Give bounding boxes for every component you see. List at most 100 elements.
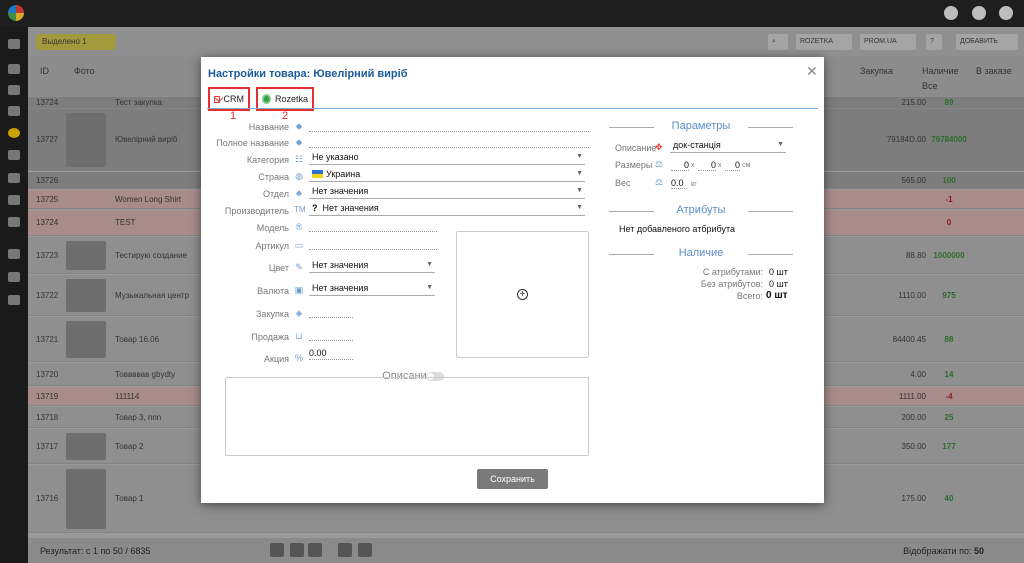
col-id[interactable]: ID bbox=[40, 66, 49, 76]
row-stock: 88 bbox=[944, 335, 954, 344]
row-id: 13724 bbox=[36, 218, 59, 227]
row-name[interactable]: Тест закупка bbox=[115, 98, 162, 107]
user-icon[interactable] bbox=[944, 6, 958, 20]
help-icon[interactable]: ? bbox=[926, 34, 942, 50]
color-select[interactable]: Нет значения ▼ bbox=[309, 260, 435, 273]
purchase-input[interactable] bbox=[309, 306, 353, 318]
ruler-icon: ⚖ bbox=[655, 159, 664, 169]
country-value: Украина bbox=[326, 169, 361, 179]
row-stock: 25 bbox=[944, 413, 954, 422]
currency-value: Нет значения bbox=[312, 283, 369, 293]
row-price: 1111.00 bbox=[898, 392, 926, 401]
product-thumbnail[interactable] bbox=[66, 321, 106, 358]
chevron-down-icon: ▼ bbox=[777, 141, 784, 148]
per-page-label: Відображати по: 50 bbox=[903, 546, 984, 556]
sidebar-orders-icon[interactable] bbox=[8, 64, 20, 74]
sidebar-plugin-icon[interactable] bbox=[8, 295, 20, 305]
sidebar-promo-icon[interactable] bbox=[8, 173, 20, 183]
promo-input[interactable]: 0.00 bbox=[309, 348, 353, 360]
sidebar-stats-icon[interactable] bbox=[8, 195, 20, 205]
row-name[interactable]: Товар 1 bbox=[115, 494, 143, 503]
country-select[interactable]: Украина ▼ bbox=[309, 169, 585, 182]
rozetka-button[interactable]: ROZETKA bbox=[796, 34, 852, 50]
sidebar-filter-icon[interactable] bbox=[8, 217, 20, 227]
row-id: 13716 bbox=[36, 494, 59, 503]
row-name[interactable]: Товар 2 bbox=[115, 442, 143, 451]
page-last-button[interactable] bbox=[358, 543, 372, 557]
row-name[interactable]: Товвввав gbydty bbox=[115, 370, 175, 379]
per-page-select[interactable]: 50 bbox=[974, 546, 984, 556]
row-name[interactable]: Ювелірний виріб bbox=[115, 135, 177, 144]
product-thumbnail[interactable] bbox=[66, 279, 106, 312]
col-stock[interactable]: Наличие bbox=[922, 66, 959, 76]
app-logo-icon bbox=[8, 5, 24, 21]
save-button[interactable]: Сохранить bbox=[477, 469, 548, 489]
product-thumbnail[interactable] bbox=[66, 113, 106, 167]
sale-label: Продажа bbox=[251, 332, 289, 342]
sidebar-clients-icon[interactable] bbox=[8, 85, 20, 95]
row-id: 13727 bbox=[36, 135, 59, 144]
article-input[interactable] bbox=[309, 238, 437, 250]
currency-select[interactable]: Нет значения ▼ bbox=[309, 283, 435, 296]
sidebar-info-icon[interactable] bbox=[8, 249, 20, 259]
row-id: 13719 bbox=[36, 392, 59, 401]
unknown-mark-icon: ? bbox=[312, 203, 318, 213]
weight-input[interactable]: 0.0 bbox=[671, 178, 687, 189]
settings-icon[interactable] bbox=[999, 6, 1013, 20]
bell-icon[interactable] bbox=[972, 6, 986, 20]
promua-button[interactable]: PROM.UA bbox=[860, 34, 916, 50]
sidebar-cart-icon[interactable] bbox=[8, 106, 20, 116]
result-count: Результат: с 1 по 50 / 6835 bbox=[40, 546, 151, 556]
page-1-button[interactable] bbox=[290, 543, 304, 557]
row-id: 13717 bbox=[36, 442, 59, 451]
page-2-button[interactable] bbox=[308, 543, 322, 557]
search-icon[interactable]: ⌕ bbox=[768, 34, 788, 50]
product-thumbnail[interactable] bbox=[66, 433, 106, 460]
row-name[interactable]: Women Long Shirt bbox=[115, 195, 181, 204]
page-prev-button[interactable] bbox=[270, 543, 284, 557]
selected-badge[interactable]: Выделено 1 bbox=[36, 34, 116, 50]
row-stock: 40 bbox=[944, 494, 954, 503]
col-purchase[interactable]: Закупка bbox=[860, 66, 893, 76]
size-label: Размеры bbox=[615, 160, 653, 170]
row-name[interactable]: 111114 bbox=[115, 392, 139, 401]
row-name[interactable]: Товар 3, nnn bbox=[115, 413, 161, 422]
description-textarea[interactable] bbox=[225, 377, 589, 456]
name-input[interactable] bbox=[309, 120, 589, 132]
size-x-input[interactable]: 0 bbox=[671, 160, 689, 171]
size-y-input[interactable]: 0 bbox=[698, 160, 716, 171]
row-id: 13722 bbox=[36, 291, 59, 300]
sidebar-monitor-icon[interactable] bbox=[8, 39, 20, 49]
image-upload-area[interactable]: + bbox=[456, 231, 589, 358]
row-id: 13726 bbox=[36, 176, 59, 185]
row-name[interactable]: Тестирую создание bbox=[115, 251, 187, 260]
row-id: 13724 bbox=[36, 98, 59, 107]
ukraine-flag-icon bbox=[312, 170, 323, 178]
size-z-input[interactable]: 0 bbox=[725, 160, 740, 171]
department-select[interactable]: Нет значения ▼ bbox=[309, 186, 585, 199]
row-name[interactable]: Товар 16.06 bbox=[115, 335, 159, 344]
stock-filter-select[interactable]: Все bbox=[922, 81, 938, 91]
close-icon[interactable]: ✕ bbox=[806, 63, 818, 80]
model-input[interactable] bbox=[309, 220, 437, 232]
sidebar-products-icon[interactable] bbox=[8, 128, 20, 138]
add-button[interactable]: ДОБАВИТЬ bbox=[956, 34, 1018, 50]
param-desc-select[interactable]: док-станція ▼ bbox=[670, 140, 786, 153]
product-thumbnail[interactable] bbox=[66, 469, 106, 529]
sidebar-chat-icon[interactable] bbox=[8, 150, 20, 160]
row-name[interactable]: TEST bbox=[115, 218, 135, 227]
fullname-input[interactable] bbox=[309, 136, 589, 148]
table-footer: Результат: с 1 по 50 / 6835 Відображати … bbox=[28, 538, 1024, 563]
with-attr-value: 0 шт bbox=[769, 267, 788, 277]
col-in-order[interactable]: В заказе bbox=[976, 66, 1012, 76]
category-select[interactable]: Не указано ▼ bbox=[309, 152, 585, 165]
without-attr-value: 0 шт bbox=[769, 279, 788, 289]
row-name[interactable]: Музыкальная центр bbox=[115, 291, 189, 300]
sidebar-sync-icon[interactable] bbox=[8, 272, 20, 282]
add-image-icon[interactable]: + bbox=[517, 289, 528, 300]
manufacturer-select[interactable]: ? Нет значения ▼ bbox=[309, 203, 585, 216]
product-thumbnail[interactable] bbox=[66, 241, 106, 270]
page-next-button[interactable] bbox=[338, 543, 352, 557]
sale-input[interactable] bbox=[309, 329, 353, 341]
row-stock: 1000000 bbox=[933, 251, 965, 260]
